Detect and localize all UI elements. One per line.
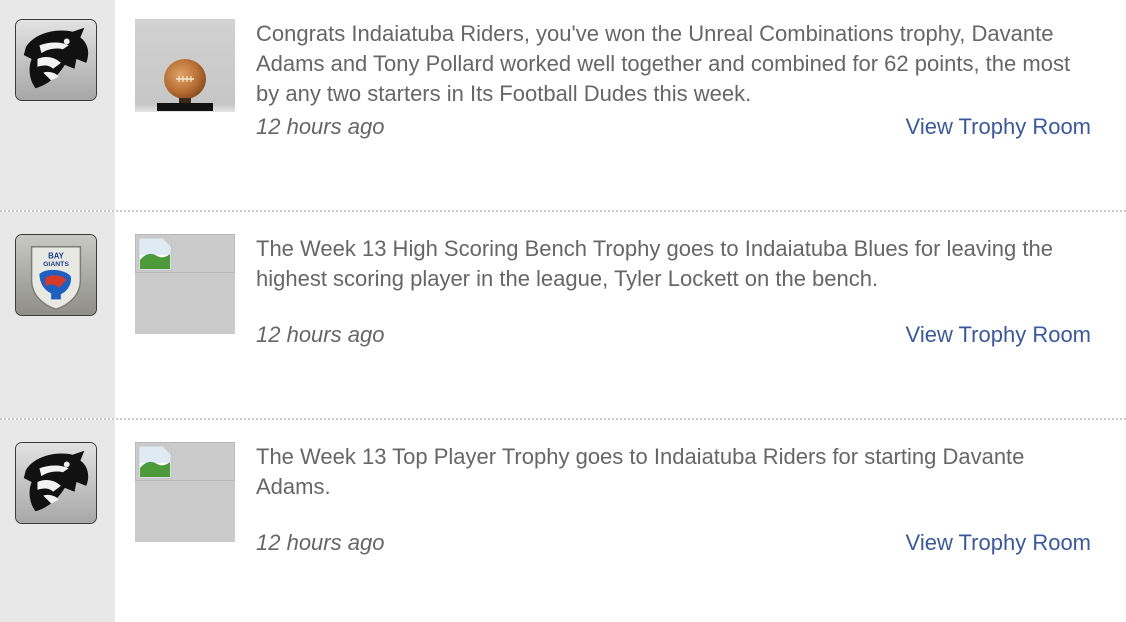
view-trophy-room-link[interactable]: View Trophy Room [906, 530, 1091, 556]
trophy-message: Congrats Indaiatuba Riders, you've won t… [256, 21, 1071, 106]
broken-image-icon [135, 234, 235, 334]
panther-logo-icon[interactable] [15, 442, 97, 524]
feed-item: The Week 13 Top Player Trophy goes to In… [0, 420, 1126, 622]
team-crest-logo-icon[interactable]: BAY GIANTS [15, 234, 97, 316]
panther-logo-icon[interactable] [15, 19, 97, 101]
svg-text:GIANTS: GIANTS [43, 261, 69, 268]
football-trophy-icon [135, 19, 235, 119]
trophy-message: The Week 13 High Scoring Bench Trophy go… [256, 236, 1053, 291]
svg-text:BAY: BAY [48, 251, 65, 260]
broken-image-icon [135, 442, 235, 542]
timestamp: 12 hours ago [256, 114, 385, 139]
trophy-feed: Congrats Indaiatuba Riders, you've won t… [0, 0, 1126, 622]
view-trophy-room-link[interactable]: View Trophy Room [906, 114, 1091, 140]
feed-item: BAY GIANTS The Week 13 High Scoring Benc… [0, 212, 1126, 418]
timestamp: 12 hours ago [256, 322, 385, 347]
trophy-message: The Week 13 Top Player Trophy goes to In… [256, 444, 1025, 499]
timestamp: 12 hours ago [256, 530, 385, 555]
feed-item: Congrats Indaiatuba Riders, you've won t… [0, 0, 1126, 210]
view-trophy-room-link[interactable]: View Trophy Room [906, 322, 1091, 348]
